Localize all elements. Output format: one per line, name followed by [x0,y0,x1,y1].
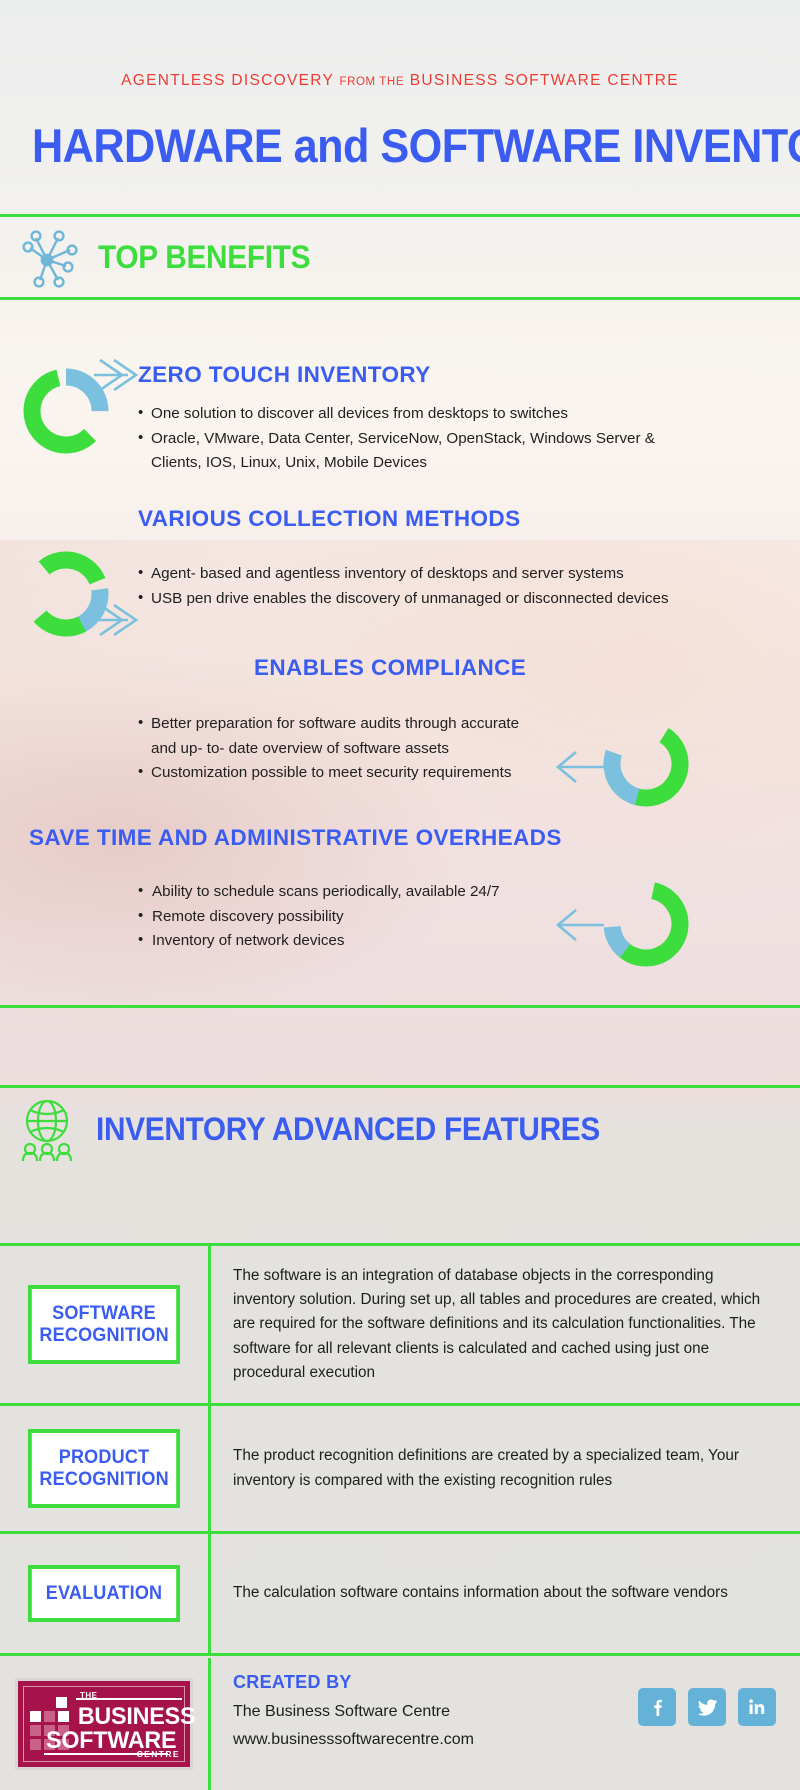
benefit-title-2: VARIOUS COLLECTION METHODS [138,506,521,531]
divider-advanced-mid [0,1085,800,1088]
badge-line-1: EVALUATION [45,1582,163,1604]
section-advanced-features: INVENTORY ADVANCED FEATURES [0,1090,800,1168]
list-item: Customization possible to meet security … [138,760,538,786]
divider-top-benefits-upper [0,214,800,217]
benefit-bullets-3: Better preparation for software audits t… [138,711,538,786]
benefit-bullets-1: One solution to discover all devices fro… [138,401,683,476]
benefit-bullets-2: Agent- based and agentless inventory of … [138,561,683,612]
feature-badge-cell: PRODUCT RECOGNITION [0,1406,208,1531]
table-row: SOFTWARE RECOGNITION The software is an … [0,1246,800,1406]
network-hub-icon [14,228,80,288]
divider-advanced-upper [0,1005,800,1008]
header: AGENTLESS DISCOVERY FROM THE BUSINESS SO… [0,0,800,173]
benefit-title-4: SAVE TIME AND ADMINISTRATIVE OVERHEADS [29,825,562,850]
list-item: Remote discovery possibility [138,904,558,930]
feature-badge-product-recognition[interactable]: PRODUCT RECOGNITION [28,1429,180,1508]
list-item: Agent- based and agentless inventory of … [138,561,683,587]
features-table: SOFTWARE RECOGNITION The software is an … [0,1246,800,1656]
benefit-title-1: ZERO TOUCH INVENTORY [138,362,431,387]
benefit-bullets-4: Ability to schedule scans periodically, … [138,879,558,954]
feature-description: The product recognition definitions are … [208,1406,800,1531]
business-software-centre-logo: THE BUSINESS SOFTWARE CENTRE [15,1678,195,1770]
footer-info-cell: CREATED BY The Business Software Centre … [208,1658,800,1790]
footer-logo-cell: THE BUSINESS SOFTWARE CENTRE [0,1658,208,1790]
footer: THE BUSINESS SOFTWARE CENTRE CREATED BY … [0,1658,800,1790]
badge-line-2: RECOGNITION [39,1324,169,1346]
list-item: USB pen drive enables the discovery of u… [138,586,683,612]
feature-description: The calculation software contains inform… [208,1534,800,1653]
table-row: PRODUCT RECOGNITION The product recognit… [0,1406,800,1534]
feature-badge-evaluation[interactable]: EVALUATION [28,1564,180,1623]
globe-people-icon [16,1097,78,1162]
page-title: HARDWARE and SOFTWARE INVENTORY [32,119,800,172]
list-item: Better preparation for software audits t… [138,711,538,761]
list-item: Ability to schedule scans periodically, … [138,879,558,905]
arrow-left-icon-4 [552,900,612,955]
feature-badge-cell: SOFTWARE RECOGNITION [0,1246,208,1403]
kicker-part2: BUSINESS SOFTWARE CENTRE [409,72,679,89]
header-kicker: AGENTLESS DISCOVERY FROM THE BUSINESS SO… [0,72,800,90]
list-item: Oracle, VMware, Data Center, ServiceNow,… [138,426,683,476]
infographic-page: AGENTLESS DISCOVERY FROM THE BUSINESS SO… [0,0,800,1790]
badge-line-1: PRODUCT [58,1447,150,1469]
donut-ring-3 [600,718,692,810]
feature-badge-cell: EVALUATION [0,1534,208,1653]
table-row: EVALUATION The calculation software cont… [0,1534,800,1656]
logo-centre-text: CENTRE [136,1749,180,1759]
divider-top-benefits-lower [0,297,800,300]
benefit-title-3: ENABLES COMPLIANCE [254,655,527,680]
section-title-top-benefits: TOP BENEFITS [98,239,311,275]
section-title-advanced-features: INVENTORY ADVANCED FEATURES [96,1110,600,1147]
logo-the-text: THE [80,1691,98,1700]
section-top-benefits: TOP BENEFITS [0,219,800,296]
website-url[interactable]: www.businesssoftwarecentre.com [233,1731,778,1749]
linkedin-icon[interactable] [738,1688,776,1726]
social-links [638,1688,776,1726]
list-item: Inventory of network devices [138,928,558,954]
badge-line-1: SOFTWARE [52,1303,156,1325]
kicker-small: FROM THE [339,76,405,88]
list-item: One solution to discover all devices fro… [138,401,683,427]
kicker-part1: AGENTLESS DISCOVERY [121,72,334,89]
badge-line-2: RECOGNITION [39,1468,169,1490]
feature-badge-software-recognition[interactable]: SOFTWARE RECOGNITION [28,1285,180,1364]
facebook-icon[interactable] [638,1688,676,1726]
twitter-icon[interactable] [688,1688,726,1726]
donut-ring-4 [600,878,692,970]
arrow-left-icon-3 [552,742,612,797]
feature-description: The software is an integration of databa… [208,1246,800,1403]
